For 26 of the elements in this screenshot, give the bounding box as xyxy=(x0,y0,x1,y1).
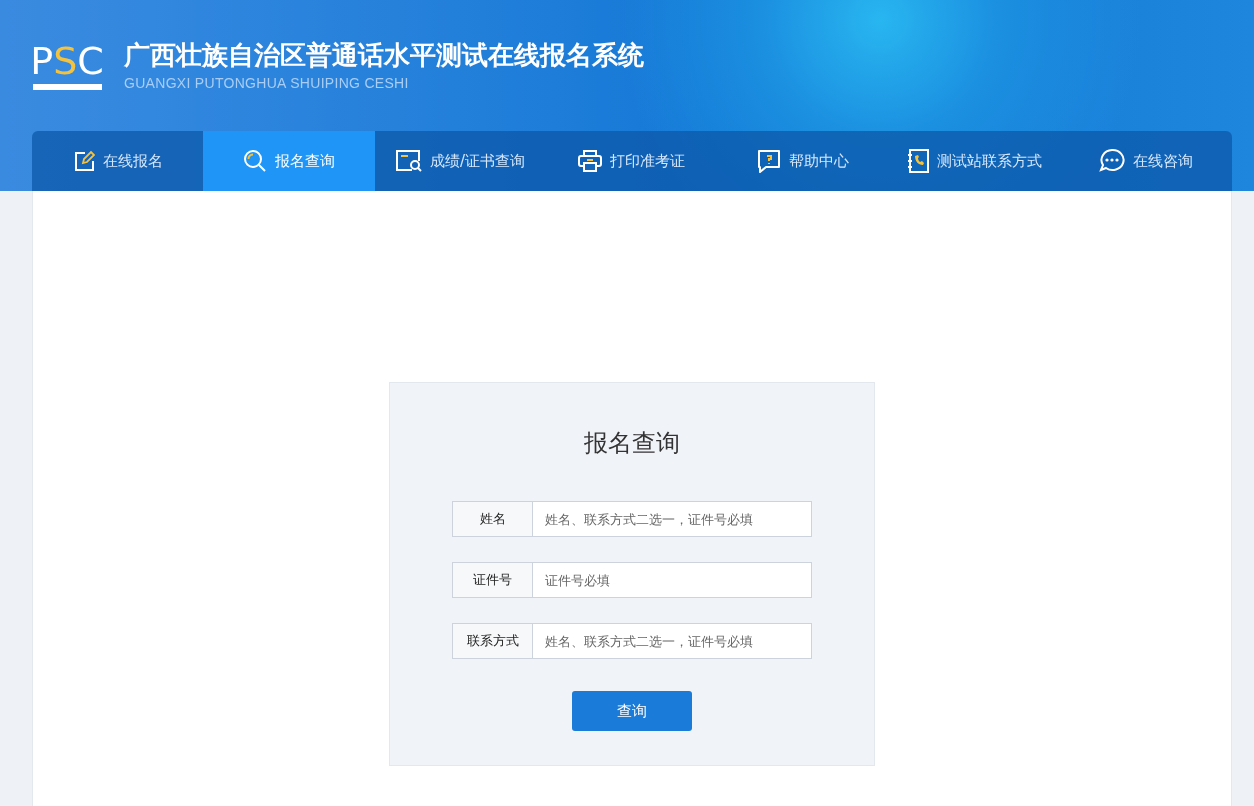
logo-book-icon xyxy=(32,83,102,90)
field-label: 姓名 xyxy=(452,501,533,537)
nav-tab[interactable]: 在线咨询 xyxy=(1060,131,1232,191)
logo-text: PSC xyxy=(30,41,104,80)
query-button[interactable]: 查询 xyxy=(572,691,692,731)
site-subtitle: GUANGXI PUTONGHUA SHUIPING CESHI xyxy=(124,75,410,92)
field-label: 证件号 xyxy=(452,562,533,598)
field-label: 联系方式 xyxy=(452,623,533,659)
input-field[interactable]: 证件号必填 xyxy=(533,562,812,598)
input-field[interactable]: 姓名、联系方式二选一，证件号必填 xyxy=(533,501,812,537)
nav-tab[interactable]: 成绩/证书查询 xyxy=(374,131,547,191)
nav-tab[interactable]: 帮助中心 xyxy=(717,131,890,191)
site-title: 广西壮族自治区普通话水平测试在线报名系统 xyxy=(124,39,644,72)
search-icon xyxy=(243,149,268,173)
nav-tab[interactable]: 打印准考证 xyxy=(546,131,718,191)
form-title: 报名查询 xyxy=(584,428,680,459)
certificate-search-icon xyxy=(396,150,422,172)
chat-bubble-icon xyxy=(1099,148,1126,174)
nav-tab[interactable]: 在线报名 xyxy=(32,131,204,191)
nav-tab[interactable]: 测试站联系方式 xyxy=(889,131,1061,191)
edit-icon xyxy=(72,150,95,172)
phone-book-icon xyxy=(907,149,930,173)
help-bubble-icon xyxy=(757,149,782,173)
printer-icon xyxy=(578,150,603,172)
nav-tab[interactable]: 报名查询 xyxy=(203,131,375,191)
input-field[interactable]: 姓名、联系方式二选一，证件号必填 xyxy=(533,623,812,659)
